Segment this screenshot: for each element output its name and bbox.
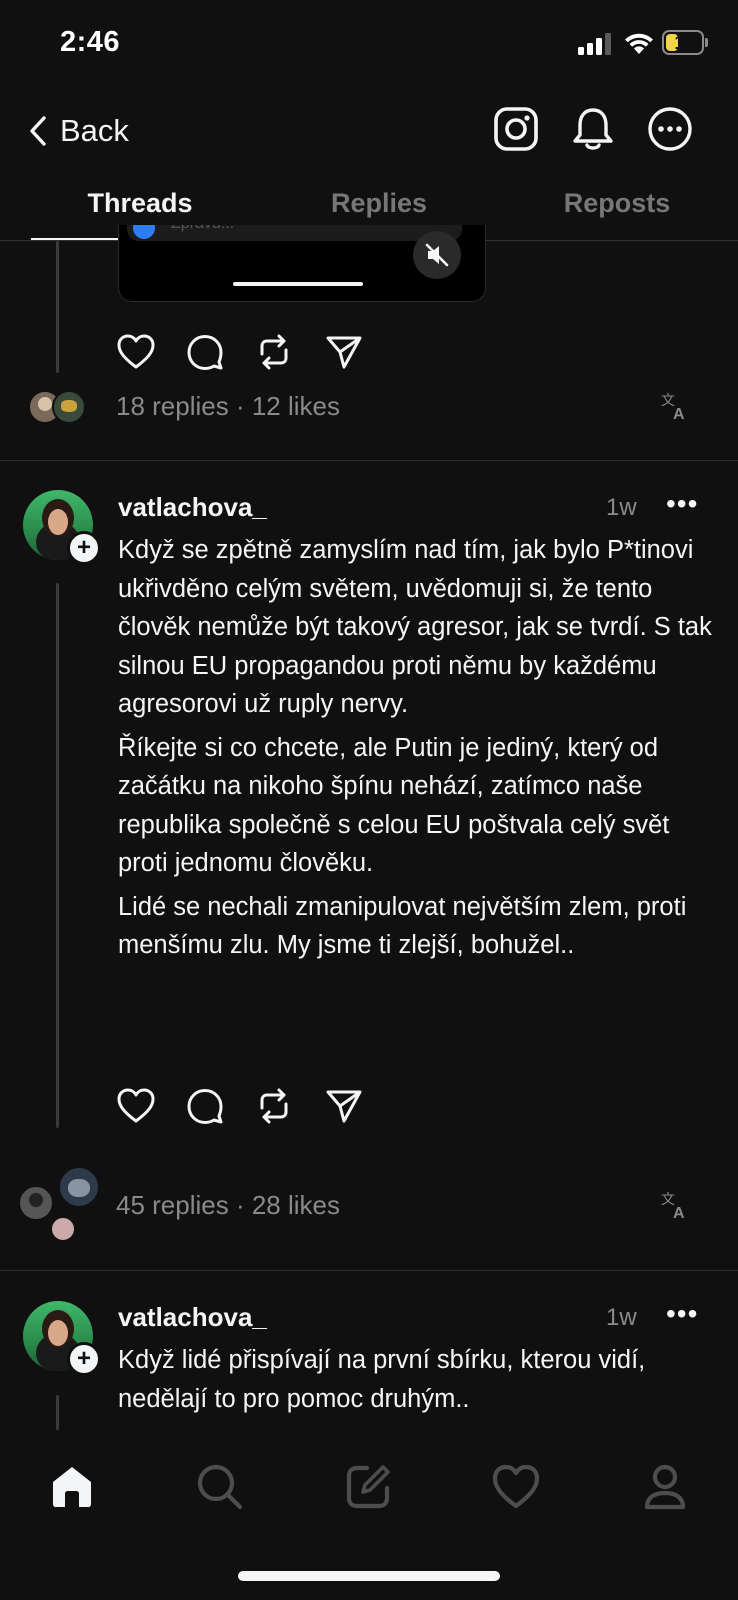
tab-replies[interactable]: Replies <box>259 188 499 219</box>
reply-avatar <box>50 1216 76 1242</box>
follow-plus-button[interactable]: + <box>67 1342 101 1376</box>
search-icon[interactable] <box>195 1462 245 1512</box>
share-icon[interactable] <box>324 332 364 372</box>
repost-icon[interactable] <box>254 332 294 372</box>
post-paragraph: Když se zpětně zamyslím nad tím, jak byl… <box>118 536 712 718</box>
wifi-icon <box>625 33 653 54</box>
post-paragraph: Lidé se nechali zmanipulovat největším z… <box>118 892 687 960</box>
post-stats[interactable]: 18 replies · 12 likes <box>116 391 340 422</box>
tab-threads[interactable]: Threads <box>20 188 260 219</box>
username[interactable]: vatlachova_ <box>118 1302 267 1333</box>
share-icon[interactable] <box>324 1086 364 1126</box>
chevron-left-icon <box>30 116 46 146</box>
back-label: Back <box>60 113 129 148</box>
post-time: 1w <box>606 494 637 521</box>
svg-text:A: A <box>673 1205 685 1220</box>
post-body: Když lidé přispívají na první sbírku, kt… <box>118 1341 718 1423</box>
repost-icon[interactable] <box>254 1086 294 1126</box>
muted-speaker-icon <box>425 243 449 267</box>
reply-icon[interactable] <box>185 332 225 372</box>
like-icon[interactable] <box>116 1086 156 1126</box>
post-time: 1w <box>606 1304 637 1331</box>
thread-line <box>56 583 59 1128</box>
thread-line <box>56 1395 59 1435</box>
battery-level: 14 <box>674 33 696 54</box>
video-input-text: Zprávu... <box>171 225 234 233</box>
battery-indicator: 14 <box>662 30 710 57</box>
reply-icon[interactable] <box>185 1086 225 1126</box>
username[interactable]: vatlachova_ <box>118 492 267 523</box>
post-stats[interactable]: 45 replies · 28 likes <box>116 1190 340 1221</box>
svg-text:A: A <box>673 406 685 421</box>
home-icon[interactable] <box>47 1462 97 1512</box>
instagram-icon[interactable] <box>491 104 541 154</box>
post-paragraph: Říkejte si co chcete, ale Putin je jedin… <box>118 733 670 878</box>
reply-avatar <box>52 390 86 424</box>
translate-icon[interactable]: 文 A <box>660 391 690 421</box>
video-attachment[interactable]: Zprávu... <box>118 225 486 302</box>
translate-icon[interactable]: 文 A <box>660 1190 690 1220</box>
home-indicator <box>238 1571 500 1581</box>
more-circle-icon[interactable] <box>645 104 695 154</box>
thread-line <box>56 241 59 373</box>
bell-icon[interactable] <box>568 104 618 154</box>
reply-avatar <box>18 1185 54 1221</box>
post-body: Když se zpětně zamyslím nad tím, jak byl… <box>118 531 718 970</box>
reply-avatar <box>58 1166 100 1208</box>
back-button[interactable]: Back <box>28 106 129 156</box>
post-divider <box>0 1270 738 1271</box>
tab-reposts[interactable]: Reposts <box>497 188 737 219</box>
activity-heart-icon[interactable] <box>491 1462 541 1512</box>
profile-icon[interactable] <box>640 1462 690 1512</box>
status-time: 2:46 <box>60 26 121 58</box>
mute-button[interactable] <box>413 231 461 279</box>
like-icon[interactable] <box>116 332 156 372</box>
compose-icon[interactable] <box>343 1462 393 1512</box>
follow-plus-button[interactable]: + <box>67 531 101 565</box>
video-progress-handle <box>233 282 363 286</box>
post-more-icon[interactable]: ••• <box>666 488 698 520</box>
post-paragraph: Když lidé přispívají na první sbírku, kt… <box>118 1346 646 1413</box>
post-divider <box>0 460 738 461</box>
cellular-signal-icon <box>578 33 611 55</box>
post-more-icon[interactable]: ••• <box>666 1298 698 1330</box>
